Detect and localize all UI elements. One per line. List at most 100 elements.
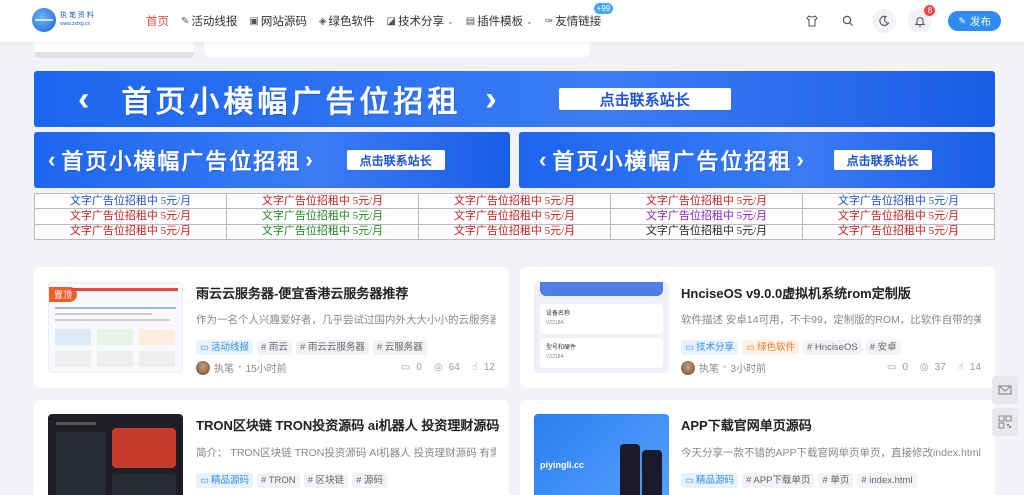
text-ad-link[interactable]: 文字广告位招租中 5元/月 [418, 192, 611, 210]
folder-icon: ▭ [685, 342, 694, 353]
post-tag-label: 精品源码 [210, 475, 249, 486]
post-tag-label: 精品源码 [695, 475, 734, 486]
nav-item-3[interactable]: ◈ 绿色软件 [319, 13, 375, 29]
post-tag[interactable]: # 雨云 [257, 340, 292, 355]
nav-icon: ▣ [249, 15, 259, 27]
post-tag[interactable]: # 源码 [352, 473, 388, 488]
publish-button[interactable]: ✎ 发布 [948, 11, 1001, 31]
nav-item-1[interactable]: ✎ 活动线报 [181, 13, 237, 29]
text-ad-link[interactable]: 文字广告位招租中 5元/月 [226, 192, 419, 210]
banner-large-ad[interactable]: ‹ 首页小横幅广告位招租 › 点击联系站长 [34, 71, 995, 127]
eye-icon: ◎ [919, 362, 929, 373]
text-ad-link[interactable]: 文字广告位招租中 5元/月 [226, 208, 419, 225]
moon-icon[interactable] [872, 9, 897, 33]
banner-small-right-contact-button[interactable]: 点击联系站长 [833, 150, 932, 170]
post-tag[interactable]: # 雨云云服务器 [295, 340, 369, 355]
post-thumbnail[interactable]: 置顶 [48, 282, 183, 373]
post-stats: ▭ 0 ◎ 37 ☝ 14 [886, 362, 981, 373]
post-tag[interactable]: # 区块链 [303, 473, 349, 488]
post-tag[interactable]: ▭ 精品源码 [196, 473, 253, 488]
post-thumbnail[interactable]: 设备名称 V2218A 型号和硬件 V2218A [534, 282, 669, 373]
banner-small-left-ad[interactable]: ‹ 首页小横幅广告位招租 › 点击联系站长 [34, 132, 510, 188]
nav-item-4[interactable]: ◪ 技术分享 ⌄ [387, 13, 454, 29]
nav-item-2[interactable]: ▣ 网站源码 [249, 13, 306, 29]
post-tag[interactable]: # TRON [257, 473, 300, 488]
nav-icon: ▤ [465, 15, 476, 27]
post-tag-label: # 雨云云服务器 [299, 342, 365, 353]
post-title[interactable]: HnciseOS v9.0.0虚拟机系统rom定制版 [681, 283, 911, 302]
post-tag[interactable]: ▭ 精品源码 [681, 473, 738, 488]
post-tag-label: # 单页 [822, 475, 850, 486]
banner-small-right-ad[interactable]: ‹ 首页小横幅广告位招租 › 点击联系站长 [519, 132, 995, 188]
post-title[interactable]: TRON区块链 TRON投资源码 ai机器人 投资理财源码 [196, 415, 499, 434]
top-header: 执 笔 资 料 www.zxfxg.cn 首页 ✎ 活动线报 ▣ 网站源码 ◈ 绿色软件 ◪ 技… [0, 0, 1024, 42]
ad-row: 文字广告位招租中 5元/月 文字广告位招租中 5元/月 文字广告位招租中 5元/月文… [34, 208, 995, 225]
notification-badge: 8 [924, 5, 936, 16]
thumb-row-4: V2218A [546, 354, 564, 360]
post-tag[interactable]: # HnciseOS [803, 340, 862, 355]
text-ad-link[interactable]: 文字广告位招租中 5元/月 [418, 208, 611, 225]
mail-icon[interactable] [992, 376, 1018, 404]
post-tags: ▭ 精品源码 # TRON # 区块链 # 源码 [196, 473, 391, 488]
post-title[interactable]: 雨云云服务器-便宜香港云服务器推荐 [196, 283, 408, 302]
post-thumbnail[interactable] [48, 414, 183, 495]
text-ad-link[interactable]: 文字广告位招租中 5元/月 [802, 192, 995, 210]
text-ad-link[interactable]: 文字广告位招租中 5元/月 [802, 208, 995, 225]
post-tag[interactable]: # 云服务器 [372, 340, 427, 355]
post-card-1[interactable]: 置顶 雨云云服务器-便宜香港云服务器推荐 作为一名个人兴趣爱好者，几乎尝试过国内… [34, 267, 509, 388]
post-excerpt: 简介： TRON区块链 TRON投资源码 AI机器人 投资理财源码 有需... [196, 447, 496, 459]
post-tag[interactable]: ▭ 活动线报 [196, 340, 253, 355]
nav-icon: ✑ [544, 15, 554, 27]
avatar[interactable] [681, 360, 695, 375]
post-tag[interactable]: # index.html [857, 473, 917, 488]
banner-large-contact-button[interactable]: 点击联系站长 [558, 88, 731, 110]
post-tag[interactable]: # 单页 [818, 473, 854, 488]
text-ad-link[interactable]: 文字广告位招租中 5元/月 [34, 192, 227, 210]
avatar[interactable] [196, 360, 210, 375]
author-name[interactable]: 执笔 [214, 360, 234, 375]
post-excerpt: 今天分享一款不错的APP下载官网单页单页，直接修改index.html... [681, 447, 981, 459]
thumb-up-icon: ☝ [471, 362, 478, 373]
text-ad-link[interactable]: 文字广告位招租中 5元/月 [610, 223, 803, 240]
comment-icon: ▭ [400, 362, 411, 373]
post-card-3[interactable]: TRON区块链 TRON投资源码 ai机器人 投资理财源码 简介： TRON区块… [34, 400, 509, 495]
nav-icon: ◪ [386, 15, 396, 27]
folder-icon: ▭ [200, 475, 209, 486]
site-logo[interactable]: 执 笔 资 料 www.zxfxg.cn [32, 6, 96, 34]
text-ad-link[interactable]: 文字广告位招租中 5元/月 [34, 208, 227, 225]
post-card-4[interactable]: piyingli.cc APP下载官网单页源码 今天分享一款不错的APP下载官网… [520, 400, 995, 495]
text-ad-link[interactable]: 文字广告位招租中 5元/月 [226, 223, 419, 240]
comment-icon: ▭ [886, 362, 897, 373]
bell-icon[interactable]: 8 [908, 5, 936, 33]
nav-item-6[interactable]: ✑ 友情链接 +99 [544, 3, 614, 29]
arrow-right-icon: › [305, 147, 313, 172]
post-card-2[interactable]: 设备名称 V2218A 型号和硬件 V2218A HnciseOS v9.0.0… [520, 267, 995, 388]
nav-badge: +99 [593, 3, 614, 14]
post-thumbnail[interactable]: piyingli.cc [534, 414, 669, 495]
banner-small-left-contact-button[interactable]: 点击联系站长 [346, 150, 445, 170]
post-tag[interactable]: # 安卓 [865, 340, 901, 355]
qrcode-icon[interactable] [992, 408, 1018, 436]
search-icon[interactable] [836, 9, 860, 33]
post-time: 15小时前 [245, 364, 287, 375]
shirt-icon[interactable] [800, 9, 824, 33]
text-ad-link[interactable]: 文字广告位招租中 5元/月 [610, 192, 803, 210]
text-ad-table: 文字广告位招租中 5元/月 文字广告位招租中 5元/月 文字广告位招租中 5元/月文… [34, 192, 995, 240]
post-tag[interactable]: ▭ 技术分享 [681, 340, 738, 355]
post-title[interactable]: APP下载官网单页源码 [681, 415, 812, 434]
post-tag-label: # TRON [261, 475, 296, 486]
text-ad-link[interactable]: 文字广告位招租中 5元/月 [34, 223, 227, 240]
nav-label: 技术分享 [398, 16, 444, 28]
text-ad-link[interactable]: 文字广告位招租中 5元/月 [802, 223, 995, 240]
post-tag-label: # 云服务器 [376, 342, 423, 353]
text-ad-link[interactable]: 文字广告位招租中 5元/月 [418, 223, 611, 240]
post-tag-label: # 源码 [356, 475, 384, 486]
post-time: 3小时前 [730, 364, 767, 375]
nav-item-0[interactable]: 首页 [146, 13, 169, 29]
text-ad-link[interactable]: 文字广告位招租中 5元/月 [610, 208, 803, 225]
author-name[interactable]: 执笔 [699, 360, 719, 375]
post-tag[interactable]: # APP下载单页 [742, 473, 815, 488]
ad-row: 文字广告位招租中 5元/月 文字广告位招租中 5元/月 文字广告位招租中 5元/月文… [34, 223, 995, 240]
post-tag[interactable]: ▭ 绿色软件 [742, 340, 799, 355]
nav-item-5[interactable]: ▤ 插件模板 ⌄ [466, 13, 533, 29]
